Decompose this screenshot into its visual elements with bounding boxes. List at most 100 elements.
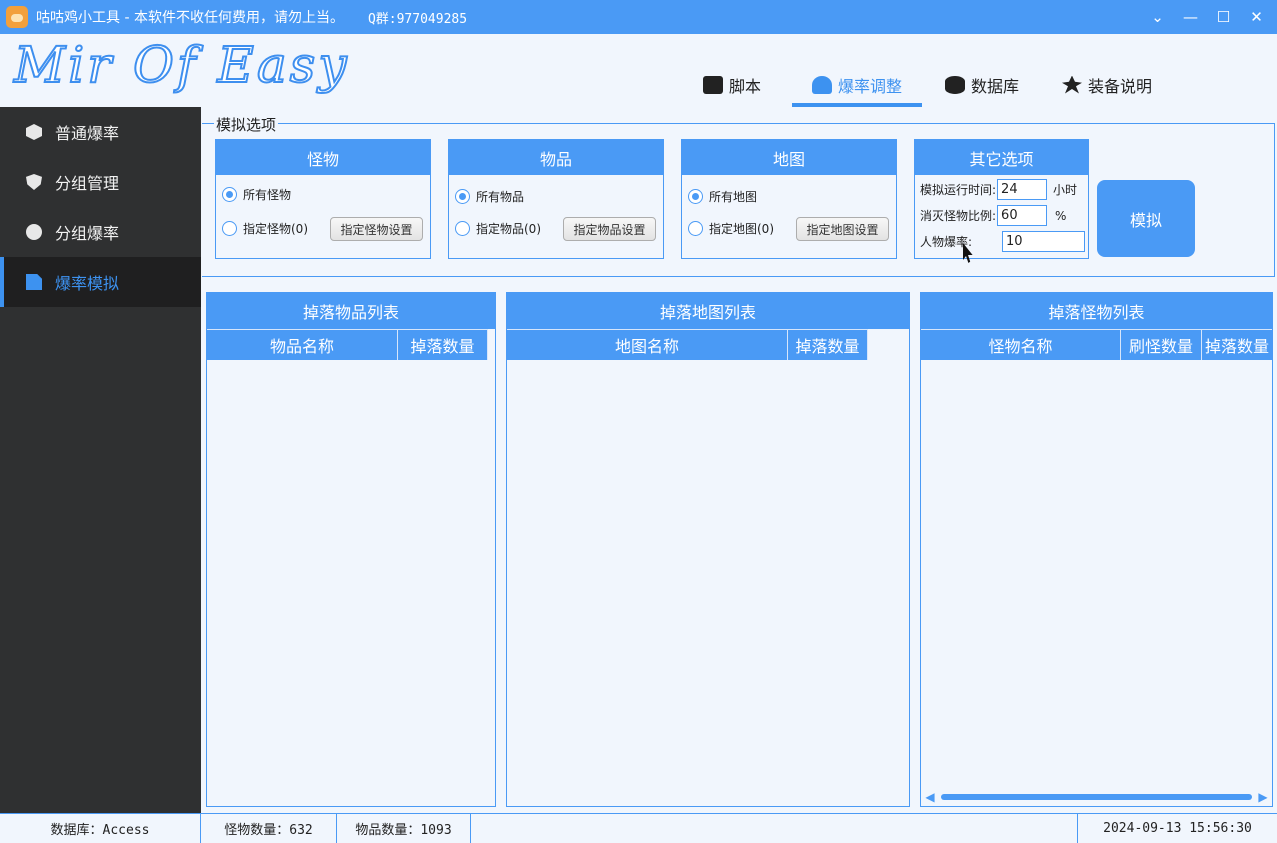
tab-database[interactable]: 数据库 <box>922 34 1042 107</box>
database-icon <box>944 75 965 94</box>
item-card: 物品 所有物品 指定物品(0) 指定物品设置 <box>448 139 664 259</box>
card-header: 物品 <box>449 140 663 175</box>
radio-dot[interactable] <box>688 189 703 204</box>
title-bar: 咕咕鸡小工具 - 本软件不收任何费用，请勿上当。 Q群:977049285 ⌄ … <box>0 0 1277 34</box>
header: Mir Of Easy 脚本 爆率调整 数据库 装备说明 <box>0 34 1277 107</box>
radio-dot[interactable] <box>222 221 237 236</box>
monster-card: 怪物 所有怪物 指定怪物(0) 指定怪物设置 <box>215 139 431 259</box>
sidebar-item-label: 分组管理 <box>55 174 120 193</box>
close-icon[interactable]: ✕ <box>1240 0 1273 34</box>
tab-label: 数据库 <box>970 76 1019 96</box>
item-settings-button[interactable]: 指定物品设置 <box>563 217 656 241</box>
other-options-card: 其它选项 模拟运行时间: 24 小时 消灭怪物比例: 60 % 人物爆率: 10 <box>914 139 1089 259</box>
simulation-options: 模拟选项 怪物 所有怪物 指定怪物(0) 指定怪物设置 物品 所有物品 指定物品… <box>202 114 1275 277</box>
monster-settings-button[interactable]: 指定怪物设置 <box>330 217 423 241</box>
minimize-icon[interactable]: — <box>1174 0 1207 34</box>
run-time-input[interactable]: 24 <box>997 179 1048 200</box>
status-item-count: 物品数量：1093 <box>337 814 471 843</box>
radio-all-maps[interactable]: 所有地图 <box>688 188 757 205</box>
kill-ratio-row: 消灭怪物比例: 60 % <box>920 205 1066 226</box>
horizontal-scrollbar[interactable]: ◀ ▶ <box>923 790 1270 804</box>
radio-dot[interactable] <box>222 187 237 202</box>
char-rate-label: 人物爆率: <box>920 235 973 249</box>
qq-group: Q群:977049285 <box>367 11 468 27</box>
table-header: 地图名称 掉落数量 <box>507 329 909 360</box>
card-header: 地图 <box>682 140 896 175</box>
sidebar-item-label: 普通爆率 <box>55 124 120 143</box>
panel-header: 掉落物品列表 <box>207 293 495 329</box>
status-monster-count: 怪物数量：632 <box>201 814 337 843</box>
column-header[interactable]: 怪物名称 <box>921 329 1121 360</box>
sidebar-item-group-rate[interactable]: 分组爆率 <box>0 207 201 257</box>
card-header: 怪物 <box>216 140 430 175</box>
shield-icon <box>26 174 42 190</box>
app-icon <box>6 6 28 28</box>
main-content: 模拟选项 怪物 所有怪物 指定怪物(0) 指定怪物设置 物品 所有物品 指定物品… <box>201 107 1277 813</box>
radio-specific-maps[interactable]: 指定地图(0) <box>688 220 774 237</box>
equipment-icon <box>1061 75 1082 94</box>
radio-all-items[interactable]: 所有物品 <box>455 188 524 205</box>
sidebar-item-rate-simulation[interactable]: 爆率模拟 <box>0 257 201 307</box>
window-title: 咕咕鸡小工具 - 本软件不收任何费用，请勿上当。 <box>36 10 344 26</box>
window-controls: ⌄ — ☐ ✕ <box>1141 0 1273 34</box>
radio-label: 指定怪物(0) <box>243 222 308 236</box>
run-time-label: 模拟运行时间: <box>920 183 997 197</box>
column-header[interactable]: 刷怪数量 <box>1121 329 1202 360</box>
logo: Mir Of Easy <box>13 35 350 95</box>
sidebar-item-label: 分组爆率 <box>55 224 120 243</box>
sidebar: 普通爆率 分组管理 分组爆率 爆率模拟 <box>0 107 201 813</box>
document-icon <box>26 274 42 290</box>
table-header: 怪物名称 刷怪数量 掉落数量 <box>921 329 1272 360</box>
kill-ratio-label: 消灭怪物比例: <box>920 209 997 223</box>
radio-specific-monsters[interactable]: 指定怪物(0) <box>222 220 308 237</box>
maximize-icon[interactable]: ☐ <box>1207 0 1240 34</box>
column-header[interactable]: 掉落数量 <box>398 329 488 360</box>
sidebar-item-label: 爆率模拟 <box>55 274 120 293</box>
tab-script[interactable]: 脚本 <box>672 34 792 107</box>
radio-label: 指定物品(0) <box>476 222 541 236</box>
status-database: 数据库：Access <box>0 814 201 843</box>
panel-header: 掉落地图列表 <box>507 293 909 329</box>
radio-dot[interactable] <box>688 221 703 236</box>
dropped-maps-panel: 掉落地图列表 地图名称 掉落数量 <box>506 292 910 807</box>
dropped-items-panel: 掉落物品列表 物品名称 掉落数量 <box>206 292 496 807</box>
tab-equipment[interactable]: 装备说明 <box>1042 34 1172 107</box>
radio-specific-items[interactable]: 指定物品(0) <box>455 220 541 237</box>
rate-icon <box>811 75 832 94</box>
radio-all-monsters[interactable]: 所有怪物 <box>222 186 291 203</box>
cube-icon <box>26 124 42 140</box>
kill-ratio-unit: % <box>1055 208 1067 223</box>
column-header[interactable]: 物品名称 <box>207 329 398 360</box>
scroll-left-icon[interactable]: ◀ <box>923 790 937 804</box>
main-tabs: 脚本 爆率调整 数据库 装备说明 <box>672 34 1172 107</box>
run-time-unit: 小时 <box>1053 183 1078 197</box>
sidebar-item-group-manage[interactable]: 分组管理 <box>0 157 201 207</box>
radio-label: 所有怪物 <box>243 188 292 202</box>
column-header[interactable]: 掉落数量 <box>1202 329 1272 360</box>
column-header[interactable]: 掉落数量 <box>788 329 868 360</box>
tab-label: 装备说明 <box>1087 76 1152 96</box>
radio-label: 所有物品 <box>476 190 525 204</box>
sidebar-item-normal-rate[interactable]: 普通爆率 <box>0 107 201 157</box>
scroll-thumb[interactable] <box>941 794 1252 800</box>
dropdown-icon[interactable]: ⌄ <box>1141 0 1174 34</box>
map-card: 地图 所有地图 指定地图(0) 指定地图设置 <box>681 139 897 259</box>
kill-ratio-input[interactable]: 60 <box>997 205 1048 226</box>
char-rate-row: 人物爆率: 10 <box>920 231 1085 252</box>
script-icon <box>702 75 723 94</box>
simulate-button[interactable]: 模拟 <box>1097 180 1195 257</box>
radio-dot[interactable] <box>455 221 470 236</box>
radio-label: 所有地图 <box>709 190 758 204</box>
options-legend: 模拟选项 <box>214 114 279 135</box>
radio-dot[interactable] <box>455 189 470 204</box>
column-header[interactable]: 地图名称 <box>507 329 788 360</box>
char-rate-input[interactable]: 10 <box>1002 231 1085 252</box>
run-time-row: 模拟运行时间: 24 小时 <box>920 179 1077 200</box>
tab-rate-adjust[interactable]: 爆率调整 <box>792 34 922 107</box>
table-header: 物品名称 掉落数量 <box>207 329 495 360</box>
status-bar: 数据库：Access 怪物数量：632 物品数量：1093 2024-09-13… <box>0 813 1277 843</box>
dropped-monsters-panel: 掉落怪物列表 怪物名称 刷怪数量 掉落数量 ◀ ▶ <box>920 292 1273 807</box>
scroll-right-icon[interactable]: ▶ <box>1256 790 1270 804</box>
radio-label: 指定地图(0) <box>709 222 774 236</box>
map-settings-button[interactable]: 指定地图设置 <box>796 217 889 241</box>
